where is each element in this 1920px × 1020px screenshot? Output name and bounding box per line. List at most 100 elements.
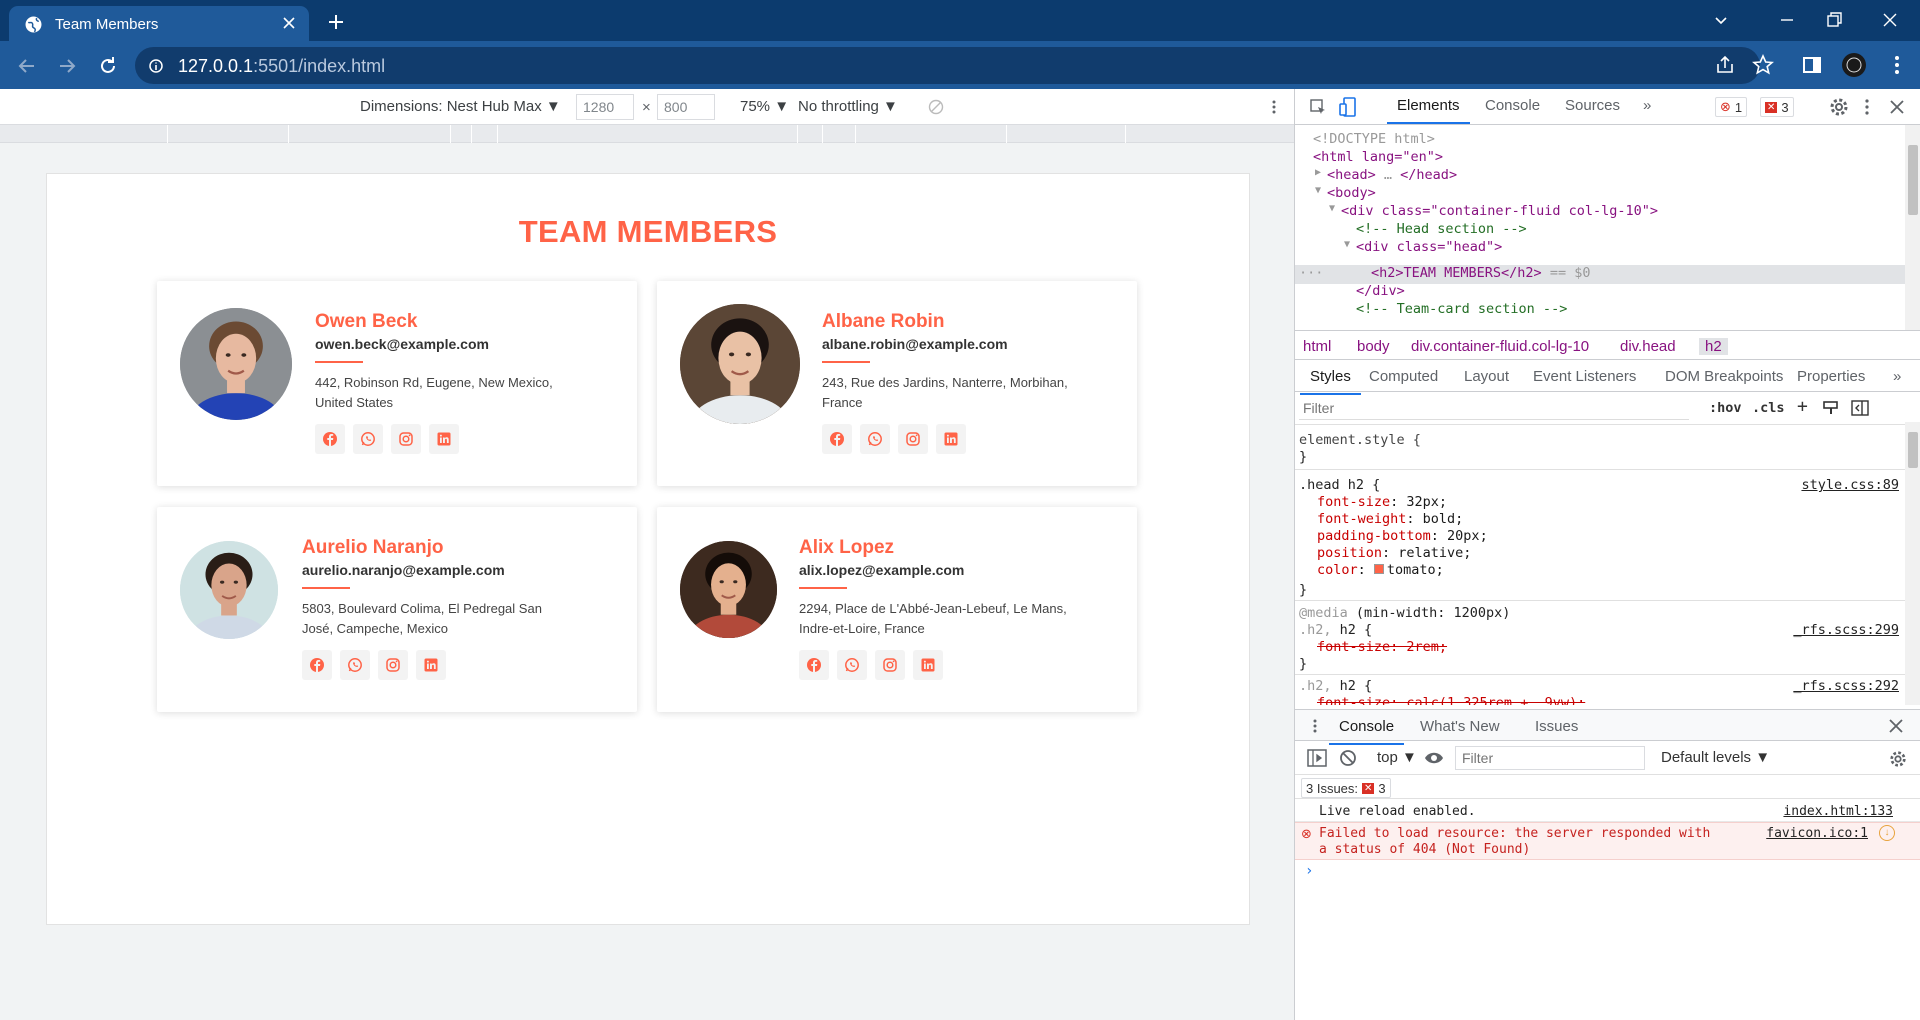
context-select[interactable]: top ▼: [1377, 749, 1417, 766]
profile-avatar-icon[interactable]: [1842, 53, 1866, 77]
bookmark-star-icon[interactable]: [1752, 54, 1774, 76]
error-badge[interactable]: ⊗ 1: [1715, 97, 1748, 117]
dom-doctype[interactable]: <!DOCTYPE html>: [1313, 131, 1435, 147]
dom-comment-card[interactable]: <!-- Team-card section -->: [1356, 301, 1567, 317]
drawer-tab-console[interactable]: Console: [1328, 718, 1405, 745]
cls-toggle[interactable]: .cls: [1752, 400, 1785, 416]
tab-search-icon[interactable]: [1711, 10, 1731, 30]
browser-tab[interactable]: Team Members: [9, 6, 309, 41]
linkedin-button[interactable]: [936, 424, 966, 454]
tab-event-listeners[interactable]: Event Listeners: [1533, 368, 1636, 385]
more-tabs-icon[interactable]: »: [1643, 97, 1651, 114]
member-email[interactable]: aurelio.naranjo@example.com: [302, 562, 505, 578]
drawer-tab-whats-new[interactable]: What's New: [1420, 718, 1500, 735]
height-input[interactable]: [657, 94, 715, 120]
devtools-menu-icon[interactable]: [1859, 98, 1875, 116]
whatsapp-button[interactable]: [837, 650, 867, 680]
tab-console[interactable]: Console: [1485, 97, 1540, 114]
tab-properties[interactable]: Properties: [1797, 368, 1865, 385]
element-style-rule[interactable]: element.style {: [1299, 432, 1421, 448]
throttling-select[interactable]: No throttling ▼: [798, 98, 898, 115]
hov-toggle[interactable]: :hov: [1709, 400, 1742, 416]
facebook-button[interactable]: [302, 650, 332, 680]
tab-elements[interactable]: Elements: [1387, 97, 1469, 124]
media-query[interactable]: @media (min-width: 1200px): [1299, 605, 1510, 621]
color-swatch[interactable]: [1373, 564, 1384, 574]
css-declaration[interactable]: color: tomato;: [1317, 562, 1444, 578]
css-declaration[interactable]: position: relative;: [1317, 545, 1471, 561]
tab-computed[interactable]: Computed: [1369, 368, 1438, 385]
instagram-button[interactable]: [378, 650, 408, 680]
new-rule-icon[interactable]: +: [1797, 396, 1808, 417]
more-style-tabs-icon[interactable]: »: [1893, 368, 1901, 385]
facebook-button[interactable]: [799, 650, 829, 680]
dom-div-close[interactable]: </div>: [1356, 283, 1405, 299]
dom-scrollbar[interactable]: [1905, 125, 1920, 330]
device-more-icon[interactable]: [1266, 99, 1282, 115]
console-source-link[interactable]: index.html:133: [1783, 804, 1893, 819]
crumb-head[interactable]: div.head: [1620, 338, 1676, 355]
info-icon[interactable]: [149, 58, 163, 74]
forward-icon[interactable]: [56, 55, 78, 77]
error-source-link[interactable]: favicon.ico:1: [1766, 826, 1868, 841]
css-declaration[interactable]: font-weight: bold;: [1317, 511, 1463, 527]
linkedin-button[interactable]: [416, 650, 446, 680]
levels-select[interactable]: Default levels ▼: [1661, 749, 1770, 766]
styles-scrollbar[interactable]: [1905, 422, 1920, 705]
instagram-button[interactable]: [898, 424, 928, 454]
expand-arrow[interactable]: ▶: [1315, 167, 1321, 178]
dom-head[interactable]: <head> … </head>: [1327, 167, 1457, 183]
share-icon[interactable]: [1714, 54, 1736, 76]
dom-h2-selected[interactable]: <h2>TEAM MEMBERS</h2> == $0: [1371, 265, 1590, 281]
rfs-link[interactable]: _rfs.scss:299: [1793, 622, 1899, 638]
settings-gear-icon[interactable]: [1829, 97, 1849, 117]
network-icon[interactable]: ↓: [1879, 825, 1895, 841]
h2-selector[interactable]: .h2, h2 {: [1299, 678, 1372, 694]
member-email[interactable]: alix.lopez@example.com: [799, 562, 964, 578]
dom-comment-head[interactable]: <!-- Head section -->: [1356, 221, 1527, 237]
instagram-button[interactable]: [391, 424, 421, 454]
menu-dots-icon[interactable]: [1886, 54, 1908, 76]
media-query-ruler[interactable]: [0, 125, 1294, 143]
reload-icon[interactable]: [97, 55, 119, 77]
device-toggle-icon[interactable]: [1339, 96, 1357, 118]
member-email[interactable]: owen.beck@example.com: [315, 336, 489, 352]
close-drawer-icon[interactable]: [1889, 719, 1903, 733]
node-actions-icon[interactable]: ···: [1299, 265, 1323, 281]
sidebar-toggle-icon[interactable]: [1851, 400, 1869, 416]
style-css-link[interactable]: style.css:89: [1801, 477, 1899, 493]
overridden-decl[interactable]: font-size: 2rem;: [1317, 639, 1447, 655]
dom-container-div[interactable]: <div class="container-fluid col-lg-10">: [1341, 203, 1658, 219]
facebook-button[interactable]: [315, 424, 345, 454]
styles-filter-input[interactable]: [1299, 396, 1689, 420]
url-text[interactable]: 127.0.0.1:5501/index.html: [178, 56, 385, 77]
side-panel-icon[interactable]: [1801, 54, 1823, 76]
tab-dom-breakpoints[interactable]: DOM Breakpoints: [1665, 368, 1783, 385]
zoom-select[interactable]: 75% ▼: [740, 98, 789, 115]
member-email[interactable]: albane.robin@example.com: [822, 336, 1008, 352]
crumb-body[interactable]: body: [1357, 338, 1390, 355]
address-bar[interactable]: 127.0.0.1:5501/index.html: [135, 47, 1760, 84]
width-input[interactable]: [576, 94, 634, 120]
drawer-menu-icon[interactable]: [1309, 718, 1321, 734]
overridden-decl[interactable]: font-size: calc(1.325rem + .9vw);: [1317, 695, 1585, 705]
console-sidebar-icon[interactable]: [1307, 749, 1327, 767]
tab-layout[interactable]: Layout: [1464, 368, 1509, 385]
close-window-icon[interactable]: [1880, 10, 1900, 30]
crumb-html[interactable]: html: [1303, 338, 1331, 355]
new-tab-icon[interactable]: [326, 12, 346, 32]
close-devtools-icon[interactable]: [1889, 99, 1905, 115]
dom-html[interactable]: <html lang="en">: [1313, 149, 1443, 165]
linkedin-button[interactable]: [913, 650, 943, 680]
css-declaration[interactable]: font-size: 32px;: [1317, 494, 1447, 510]
whatsapp-button[interactable]: [340, 650, 370, 680]
crumb-h2[interactable]: h2: [1699, 338, 1728, 355]
close-tab-icon[interactable]: [281, 15, 297, 31]
console-filter-input[interactable]: [1455, 746, 1645, 770]
head-h2-selector[interactable]: .head h2 {: [1299, 477, 1380, 493]
console-settings-icon[interactable]: [1889, 750, 1907, 768]
eye-icon[interactable]: [1424, 751, 1444, 765]
inspect-element-icon[interactable]: [1309, 98, 1327, 116]
facebook-button[interactable]: [822, 424, 852, 454]
console-prompt-icon[interactable]: ›: [1305, 863, 1313, 879]
